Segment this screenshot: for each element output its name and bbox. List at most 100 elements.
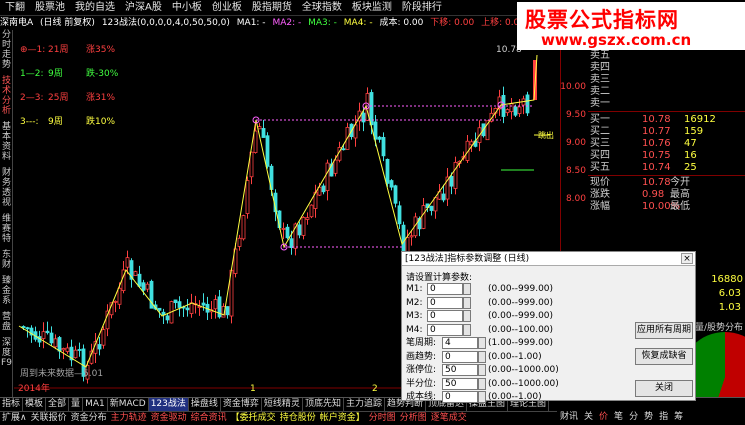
sidebar-item[interactable]: 东财 <box>0 250 13 270</box>
indicator-tab[interactable]: 操盘线 <box>189 398 221 411</box>
sell-row: 卖三 <box>588 74 745 86</box>
top-menu-item[interactable]: 全球指数 <box>297 0 347 15</box>
buy-price: 10.77 <box>642 126 671 137</box>
param-input[interactable]: 50 <box>442 364 478 376</box>
quote-divider <box>588 175 745 176</box>
restore-default-button[interactable]: 恢复成缺省 <box>635 348 693 365</box>
param-input[interactable]: 4 <box>442 337 478 349</box>
right-tab[interactable]: 筹 <box>671 411 686 424</box>
param-spinner[interactable] <box>478 337 486 349</box>
candle-body <box>429 205 434 211</box>
indicator-tab[interactable]: 量 <box>69 398 84 411</box>
candle-body <box>385 158 390 184</box>
right-tab[interactable]: 笔 <box>611 411 626 424</box>
sidebar-item[interactable]: 维赛特 <box>0 214 13 244</box>
candle-body <box>265 135 270 167</box>
param-input[interactable]: 0 <box>427 296 463 309</box>
param-spinner[interactable] <box>463 323 471 336</box>
legend-change: 跌10% <box>86 116 115 127</box>
top-menu-item[interactable]: 创业板 <box>207 0 247 15</box>
param-spinner[interactable] <box>463 296 471 309</box>
candle-body <box>297 224 302 236</box>
top-menu-item[interactable]: 股指期货 <box>247 0 297 15</box>
sidebar-item[interactable]: 财务透视 <box>0 168 13 208</box>
param-input[interactable]: 0 <box>442 350 478 363</box>
sidebar-item[interactable]: 深度F9 <box>0 338 13 368</box>
bottom-bar-item[interactable]: 帐户资金】 <box>318 412 367 425</box>
bottom-bar-item[interactable]: 持仓股份 <box>278 412 318 425</box>
indicator-tab[interactable]: 指标 <box>0 398 24 411</box>
bottom-bar-item[interactable]: 【委托成交 <box>229 412 278 425</box>
sidebar-item[interactable]: 臻金系 <box>0 276 13 306</box>
candle-body <box>213 299 218 310</box>
sidebar-item[interactable]: 营盘 <box>0 312 13 332</box>
indicator-tab[interactable]: 主力追踪 <box>344 398 385 411</box>
top-menu-item[interactable]: 股票池 <box>30 0 70 15</box>
pivot-mark-1: 1 <box>250 384 256 392</box>
bottom-bar-item[interactable]: 综合资讯 <box>189 412 229 425</box>
sidebar-item[interactable]: 分时走势 <box>0 30 13 70</box>
bottom-bar-item[interactable]: 扩展∧ <box>0 412 29 425</box>
candle-body <box>61 348 66 351</box>
buy-label: 买三 <box>590 138 610 149</box>
param-range: (0.00--999.00) <box>488 297 554 308</box>
dialog-close-button[interactable]: 关闭 <box>635 380 693 397</box>
indicator-tab[interactable]: 新MACD <box>108 398 149 411</box>
top-menu-item[interactable]: 阶段排行 <box>397 0 447 15</box>
sidebar-item[interactable]: 技术分析 <box>0 76 13 116</box>
param-spinner[interactable] <box>463 283 471 295</box>
indicator-tab[interactable]: 模板 <box>23 398 47 411</box>
candle-body <box>261 128 266 138</box>
param-input[interactable]: 0 <box>427 310 463 322</box>
indicator-tab[interactable]: MA1 <box>83 398 108 411</box>
logo-text-url: www.gszx.com.cn <box>541 31 692 49</box>
candle-body <box>101 329 106 346</box>
buy-price: 10.76 <box>642 138 671 149</box>
right-tab[interactable]: 分 <box>626 411 641 424</box>
stat-row: 涨幅 10.00% 最低 <box>588 201 745 213</box>
bottom-bar-item[interactable]: 逐笔成交 <box>429 412 469 425</box>
param-range: (0.00--1000.00) <box>488 378 559 389</box>
bottom-bar-item[interactable]: 主力轨迹 <box>109 412 149 425</box>
right-tab[interactable]: 价 <box>596 411 611 424</box>
top-menu-item[interactable]: 沪深A股 <box>120 0 167 15</box>
param-name: 成本线: <box>406 392 437 402</box>
dialog-close-icon[interactable]: × <box>681 253 693 264</box>
param-spinner[interactable] <box>478 364 486 376</box>
param-input[interactable]: 50 <box>442 377 478 390</box>
candle-body <box>157 307 162 311</box>
param-input[interactable]: 0 <box>427 323 463 336</box>
apply-all-periods-button[interactable]: 应用所有周期 <box>635 322 693 339</box>
buy-volume: 16 <box>684 150 697 161</box>
right-tab[interactable]: 指 <box>656 411 671 424</box>
top-menu-item[interactable]: 中小板 <box>167 0 207 15</box>
indicator-tab[interactable]: 资金博弈 <box>221 398 262 411</box>
candle-body <box>225 306 230 316</box>
indicator-tab[interactable]: 顶底先知 <box>303 398 344 411</box>
distribution-tab-label[interactable]: 量/股势分布 <box>695 320 743 333</box>
bottom-bar-item[interactable]: 分时图 <box>367 412 398 425</box>
param-spinner[interactable] <box>463 310 471 322</box>
right-tab[interactable]: 关 <box>581 411 596 424</box>
bottom-bar-item[interactable]: 资金分布 <box>69 412 109 425</box>
bottom-bar-item[interactable]: 关联报价 <box>29 412 69 425</box>
indicator-tab[interactable]: 短线精灵 <box>262 398 303 411</box>
right-tab[interactable]: 财讯 <box>557 411 581 424</box>
indicator-tab[interactable]: 123战法 <box>148 398 189 411</box>
param-spinner[interactable] <box>478 377 486 390</box>
right-tab[interactable]: 势 <box>641 411 656 424</box>
param-input[interactable]: 0 <box>427 283 463 295</box>
bottom-bar-item[interactable]: 分析图 <box>398 412 429 425</box>
stat-row: 现价 10.78 今开 <box>588 177 745 189</box>
top-menu-item[interactable]: 板块监测 <box>347 0 397 15</box>
stock-name[interactable]: 深南电A <box>0 18 33 28</box>
top-menu-item[interactable]: 下翻 <box>0 0 30 15</box>
top-menu-item[interactable]: 我的自选 <box>70 0 120 15</box>
sidebar-item[interactable]: 基本资料 <box>0 122 13 162</box>
indicator-tab[interactable]: 全部 <box>46 398 70 411</box>
param-spinner[interactable] <box>478 391 486 403</box>
param-spinner[interactable] <box>478 350 486 363</box>
param-input[interactable]: 0 <box>442 391 478 403</box>
sell-label: 卖四 <box>590 62 610 73</box>
bottom-bar-item[interactable]: 资金驱动 <box>149 412 189 425</box>
